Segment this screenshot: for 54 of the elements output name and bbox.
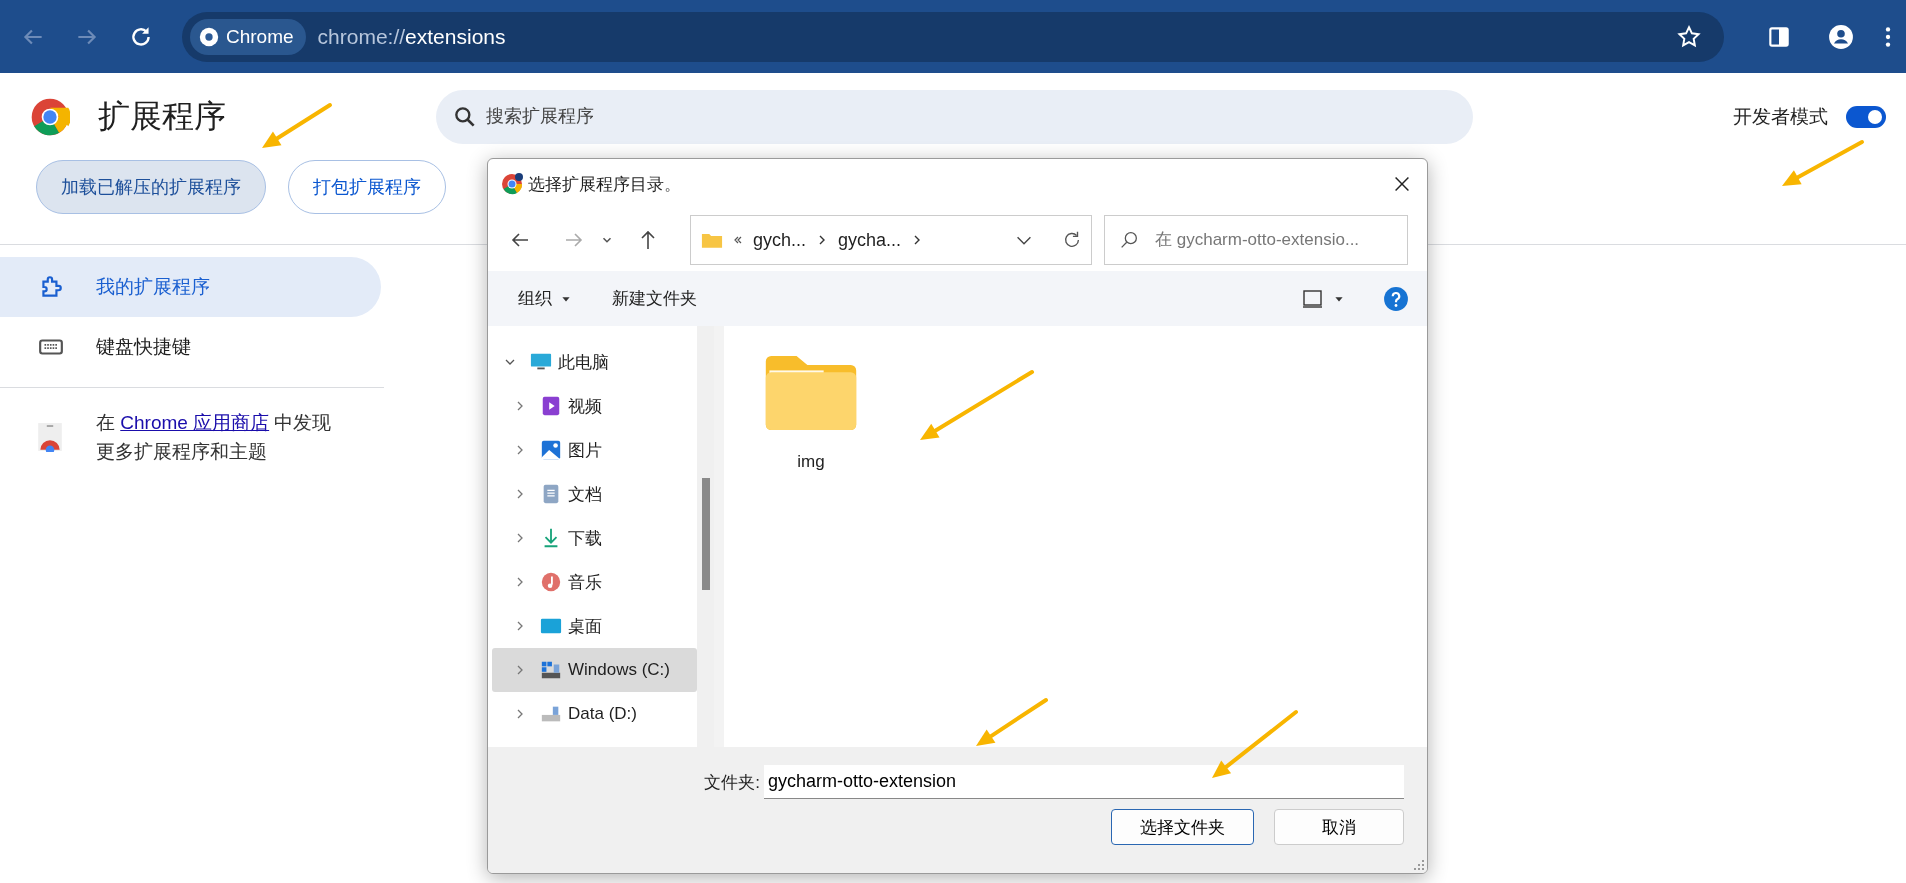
select-folder-button[interactable]: 选择文件夹 bbox=[1111, 809, 1254, 845]
action-button[interactable]: 打包扩展程序 bbox=[288, 160, 446, 214]
address-bar[interactable]: Chrome chrome://extensions bbox=[182, 11, 1724, 62]
folder-item[interactable]: img bbox=[756, 354, 866, 472]
sidebar-item[interactable]: 我的扩展程序 bbox=[0, 257, 381, 317]
path-bar[interactable]: gych... gycha... bbox=[690, 215, 1092, 265]
annotation-arrow bbox=[976, 698, 1048, 746]
tree-item[interactable]: 图片 bbox=[492, 428, 697, 472]
web-store-icon bbox=[36, 422, 64, 452]
new-folder-button[interactable]: 新建文件夹 bbox=[612, 287, 697, 310]
music-note-icon bbox=[540, 571, 562, 593]
double-chevron-left-icon[interactable] bbox=[733, 235, 743, 245]
tree-item[interactable]: 视频 bbox=[492, 384, 697, 428]
chrome-logo-icon bbox=[198, 25, 220, 48]
tree-item[interactable]: 音乐 bbox=[492, 560, 697, 604]
path-segment[interactable]: gycha... bbox=[838, 229, 902, 251]
developer-mode-toggle[interactable] bbox=[1846, 105, 1886, 128]
folder-label: 文件夹: bbox=[704, 771, 760, 794]
developer-mode-label: 开发者模式 bbox=[1733, 104, 1828, 129]
path-segment[interactable]: gych... bbox=[753, 229, 807, 251]
tree-item[interactable]: 此电脑 bbox=[492, 340, 697, 384]
folder-search-field[interactable]: 在 gycharm-otto-extensio... bbox=[1104, 215, 1408, 265]
tree-item[interactable]: Data (D:) bbox=[492, 692, 697, 736]
bookmark-star-icon[interactable] bbox=[1676, 23, 1702, 50]
view-layout-icon[interactable] bbox=[1301, 288, 1325, 309]
tree-item[interactable]: 下载 bbox=[492, 516, 697, 560]
help-icon[interactable] bbox=[1383, 285, 1409, 312]
web-store-link[interactable]: Chrome 应用商店 bbox=[120, 412, 270, 433]
annotation-arrow bbox=[262, 103, 332, 148]
tree-item[interactable]: Windows (C:) bbox=[492, 648, 697, 692]
video-icon bbox=[540, 395, 562, 417]
action-button[interactable]: 加载已解压的扩展程序 bbox=[36, 160, 266, 214]
chrome-logo-icon bbox=[30, 96, 70, 137]
scrollbar-thumb[interactable] bbox=[702, 478, 710, 590]
organize-menu[interactable]: 组织 bbox=[518, 287, 552, 310]
folder-icon bbox=[764, 354, 858, 432]
folder-name-field[interactable]: gycharm-otto-extension bbox=[764, 765, 1404, 799]
url-path: extensions bbox=[405, 24, 507, 49]
site-chip[interactable]: Chrome bbox=[190, 18, 306, 55]
store-promo-text: 在 Chrome 应用商店 中发现 更多扩展程序和主题 bbox=[96, 411, 332, 464]
resize-grip-icon[interactable] bbox=[1414, 860, 1424, 870]
url-scheme: chrome:// bbox=[317, 24, 406, 49]
chrome-logo-icon bbox=[500, 172, 524, 196]
page-title: 扩展程序 bbox=[98, 96, 226, 136]
search-field[interactable]: 搜索扩展程序 bbox=[436, 89, 1473, 144]
cancel-button[interactable]: 取消 bbox=[1274, 809, 1404, 845]
folder-icon bbox=[701, 231, 723, 249]
tree-item[interactable]: 桌面 bbox=[492, 604, 697, 648]
tree-item[interactable]: 文档 bbox=[492, 472, 697, 516]
picture-icon bbox=[540, 439, 562, 461]
drive-icon bbox=[540, 659, 562, 681]
sidebar-item[interactable]: 键盘快捷键 bbox=[0, 317, 381, 377]
profile-avatar-icon[interactable] bbox=[1828, 23, 1854, 50]
dialog-title: 选择扩展程序目录。 bbox=[528, 173, 682, 196]
